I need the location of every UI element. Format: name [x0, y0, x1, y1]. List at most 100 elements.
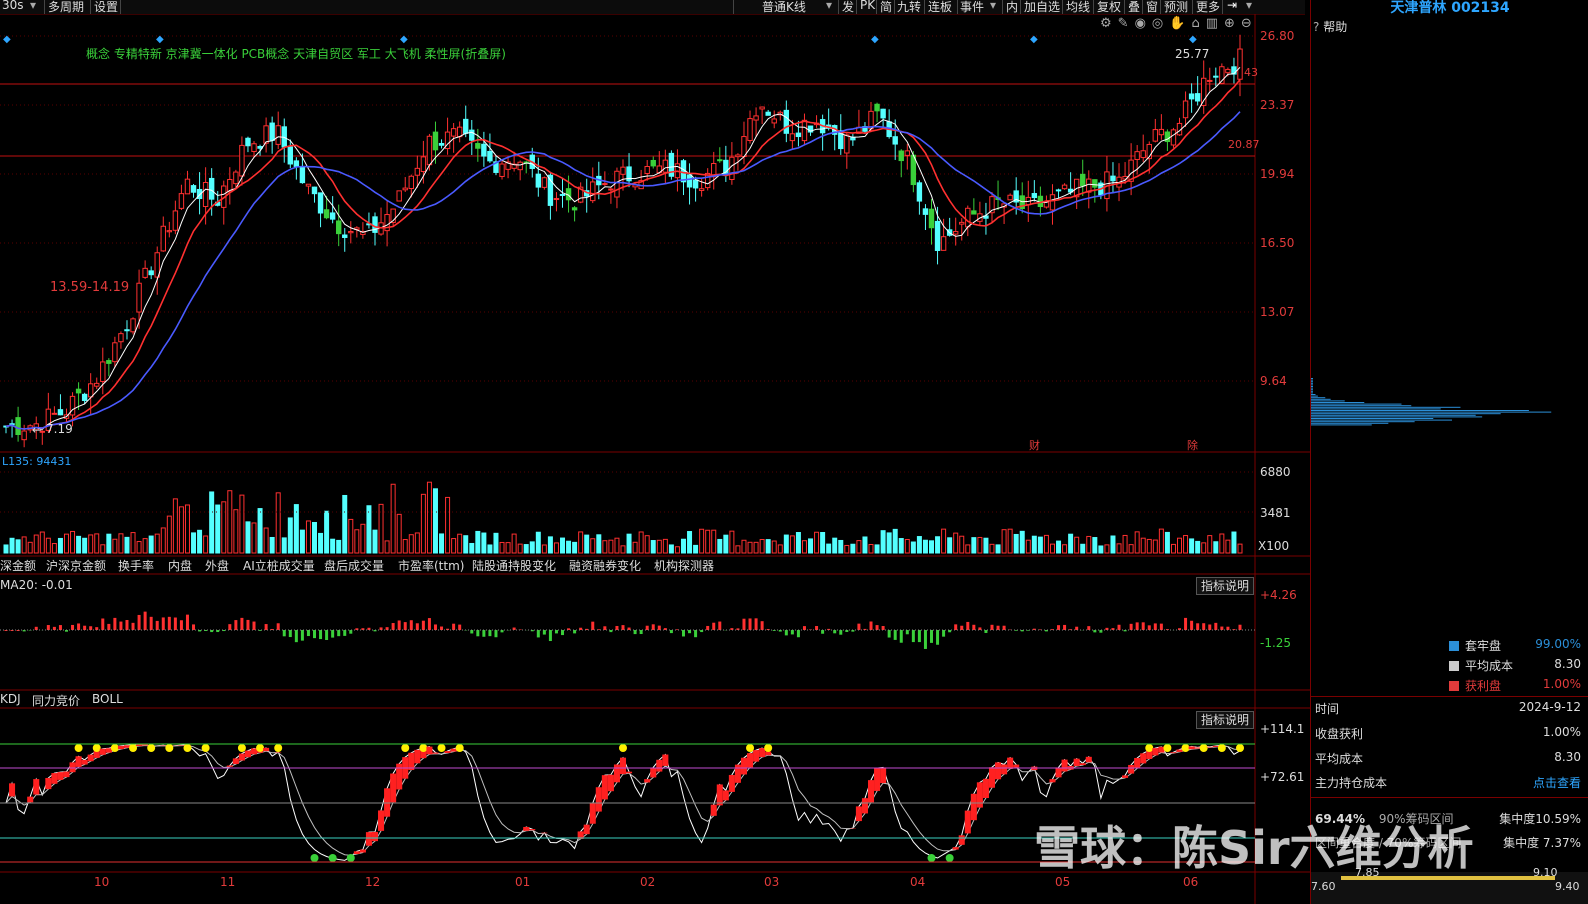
tab-northbound[interactable]: 陆股通持股变化 [472, 557, 556, 574]
volume-bar [136, 541, 142, 554]
volume-bar [445, 496, 451, 554]
candle [1031, 180, 1038, 202]
tab-boll[interactable]: BOLL [92, 692, 123, 706]
macd-explain-button[interactable]: 指标说明 [1196, 577, 1255, 595]
toolbar-jian-button[interactable]: 简 [880, 0, 892, 15]
volume-bar [886, 532, 892, 554]
event-finance-label[interactable]: 财 [1029, 437, 1040, 453]
kline-type-select[interactable]: 普通K线 [762, 0, 806, 15]
toolbar-nei-button[interactable]: 内 [1006, 0, 1018, 15]
tab-kdj[interactable]: KDJ [0, 692, 21, 706]
volume-bar [1195, 540, 1201, 554]
tab-after-hours[interactable]: 盘后成交量 [324, 557, 384, 574]
lock-icon[interactable]: ⌂ [1191, 16, 1205, 31]
month-label: 12 [365, 875, 381, 889]
zoom-out-icon[interactable]: ⊖ [1241, 16, 1258, 31]
zoom-in-icon[interactable]: ⊕ [1224, 16, 1241, 31]
dropdown-arrow-icon[interactable]: ▾ [30, 0, 36, 12]
tab-margin[interactable]: 融资融券变化 [569, 557, 641, 574]
volume-bar [1019, 530, 1025, 554]
candle [553, 192, 560, 212]
volume-bar [203, 535, 209, 554]
more-dropdown-icon[interactable]: ▾ [1246, 0, 1252, 12]
settings-button[interactable]: 设置 [94, 0, 118, 15]
low-price-label: 7.19 [46, 422, 73, 436]
diamond-marker-icon[interactable]: ◆ [1030, 34, 1038, 45]
volume-bar [1170, 543, 1176, 554]
tab-outer[interactable]: 外盘 [205, 557, 229, 574]
stock-title[interactable]: 天津普林 002134 [1311, 0, 1588, 17]
add-watchlist-button[interactable]: 加自选 [1024, 0, 1060, 15]
tab-auction[interactable]: 同力竞价 [32, 692, 80, 709]
volume-bar [959, 535, 965, 554]
adjust-button[interactable]: 复权 [1097, 0, 1121, 15]
volume-bar [783, 534, 789, 554]
diamond-marker-icon[interactable]: ◆ [3, 34, 11, 45]
volume-bar [487, 544, 493, 554]
kdj-explain-button[interactable]: 指标说明 [1196, 711, 1255, 729]
trash-icon[interactable]: ▥ [1206, 16, 1224, 31]
event-dividend-label[interactable]: 除 [1187, 437, 1198, 453]
moving-average-button[interactable]: 均线 [1066, 0, 1090, 15]
macd-bar [573, 630, 577, 634]
macd-bar [1184, 617, 1188, 630]
gear-icon[interactable]: ⚙ [1100, 16, 1118, 31]
multi-period-button[interactable]: 多周期 [48, 0, 84, 15]
volume-bar [118, 533, 124, 554]
tab-hs-amount[interactable]: 沪深京金额 [46, 557, 106, 574]
diamond-marker-icon[interactable]: ◆ [156, 34, 164, 45]
volume-bar [70, 530, 76, 554]
macd-bar [1002, 625, 1006, 630]
diamond-marker-icon[interactable]: ◆ [871, 34, 879, 45]
window-button[interactable]: 窗 [1146, 0, 1158, 15]
forecast-button[interactable]: 预测 [1164, 0, 1188, 15]
volume-bar [620, 545, 626, 554]
kline-dropdown-icon[interactable]: ▾ [826, 0, 832, 12]
view-main-cost-link[interactable]: 点击查看 [1533, 774, 1581, 791]
macd-bar [427, 618, 431, 630]
tab-inner[interactable]: 内盘 [168, 557, 192, 574]
more-button[interactable]: 更多 [1196, 0, 1220, 15]
macd-bar [536, 630, 540, 638]
toolbar-lianban-button[interactable]: 连板 [928, 0, 952, 15]
help-link[interactable]: ? 帮助 [1313, 18, 1347, 35]
overlay-button[interactable]: 叠 [1128, 0, 1140, 15]
events-dropdown-icon[interactable]: ▾ [990, 0, 996, 12]
candle [813, 115, 820, 128]
toolbar-jiuzhuan-button[interactable]: 九转 [897, 0, 921, 15]
diamond-marker-icon[interactable]: ◆ [400, 34, 408, 45]
stock-chart[interactable] [0, 14, 1310, 904]
candle [1152, 118, 1159, 143]
macd-bar [421, 620, 425, 630]
macd-bar [1117, 624, 1121, 630]
candle [747, 110, 753, 144]
hand-icon[interactable]: ✋ [1169, 16, 1191, 31]
candle [662, 149, 669, 184]
candle [650, 156, 656, 169]
tab-institution[interactable]: 机构探测器 [654, 557, 714, 574]
macd-bar [107, 623, 111, 630]
toolbar-events-button[interactable]: 事件 [960, 0, 984, 15]
diamond-marker-icon[interactable]: ◆ [1189, 34, 1197, 45]
volume-bar [1116, 543, 1122, 554]
pen-icon[interactable]: ✎ [1118, 16, 1135, 31]
volume-bar [759, 539, 765, 554]
candle [771, 110, 777, 129]
toolbar-fa-button[interactable]: 发 [842, 0, 854, 15]
tab-pe-ttm[interactable]: 市盈率(ttm) [398, 557, 464, 574]
volume-bar [808, 538, 814, 554]
eye-off-icon[interactable]: ◎ [1152, 16, 1169, 31]
pin-icon[interactable]: ⇥ [1227, 0, 1237, 12]
volume-bar [523, 544, 529, 554]
period-30s-button[interactable]: 30s [2, 0, 24, 12]
tab-amount[interactable]: 深金额 [0, 557, 36, 574]
macd-bar [476, 630, 480, 637]
volume-bar [547, 536, 553, 554]
toolbar-pk-button[interactable]: PK [860, 0, 875, 12]
candle [148, 266, 154, 280]
macd-bar [452, 623, 456, 630]
tab-ai-volume[interactable]: AI立桩成交量 [243, 557, 315, 574]
tab-turnover[interactable]: 换手率 [118, 557, 154, 574]
volume-bar [251, 522, 257, 554]
eye-icon[interactable]: ◉ [1135, 16, 1152, 31]
